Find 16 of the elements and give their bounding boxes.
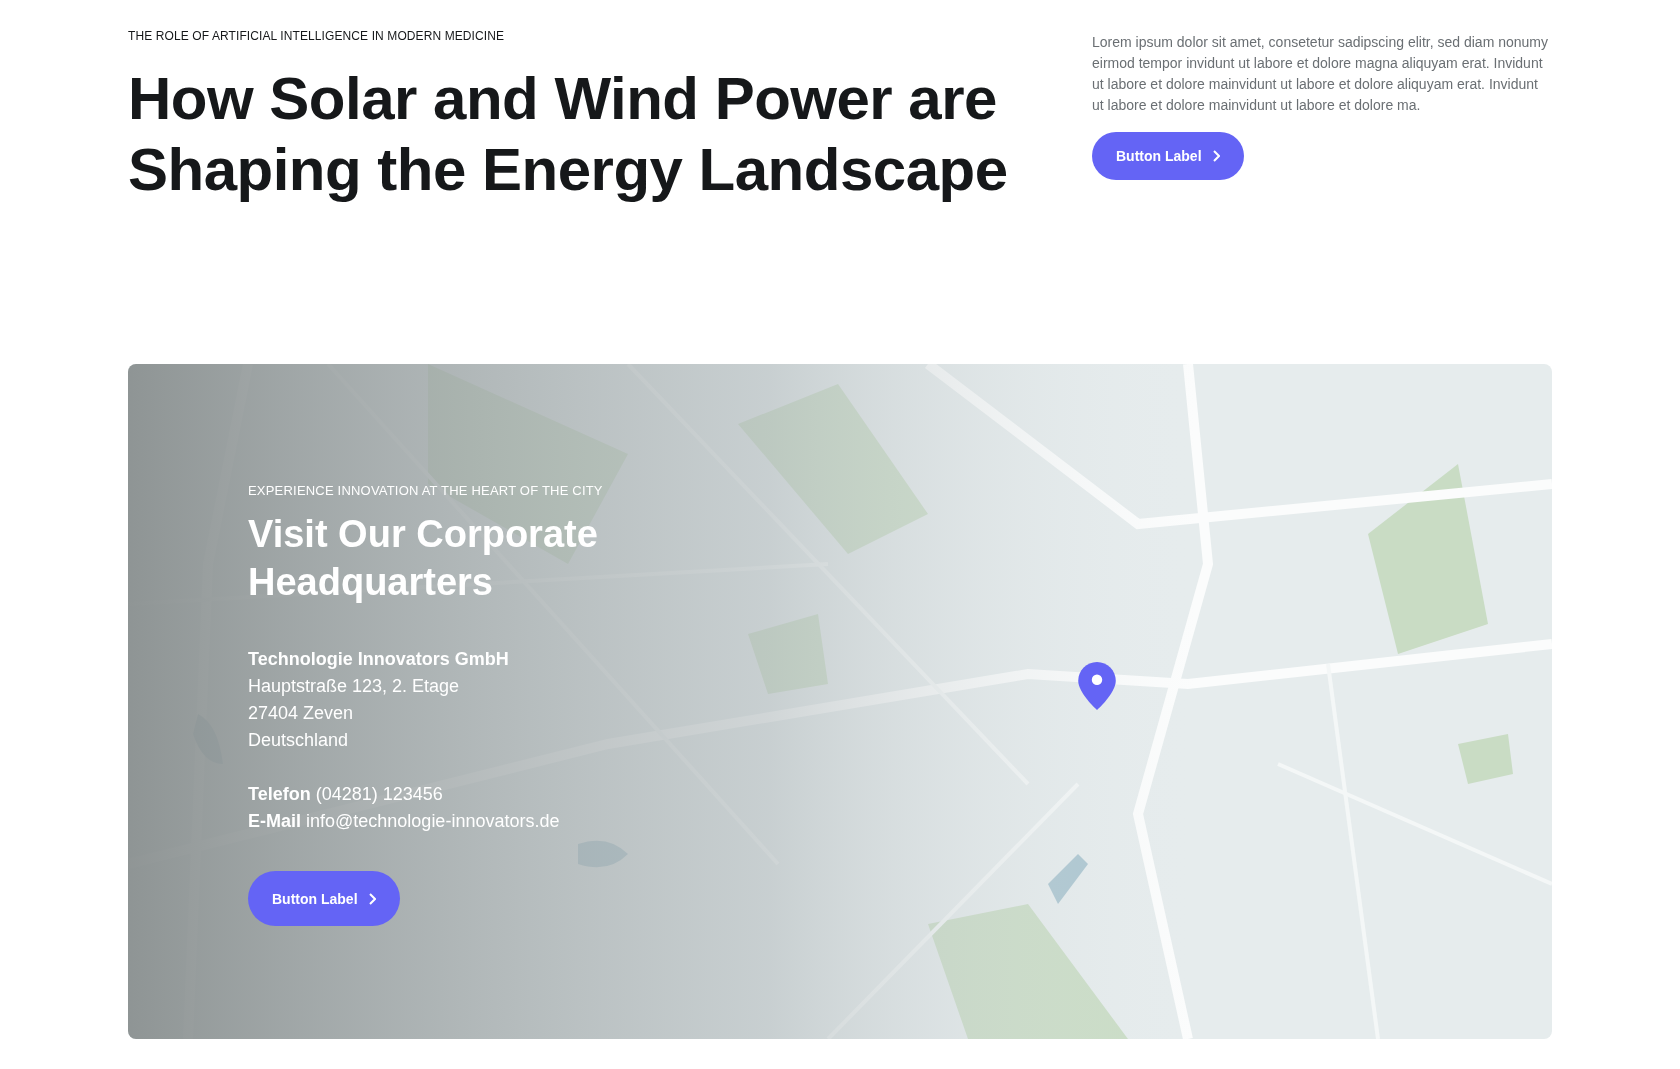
chevron-right-icon — [367, 892, 376, 905]
map-pin-icon — [1078, 662, 1116, 710]
article-title: How Solar and Wind Power are Shaping the Energy Landscape — [128, 64, 1009, 205]
primary-button[interactable]: Button Label — [1092, 132, 1244, 180]
contact-line: E-Mail info@technologie-innovators.de — [248, 810, 561, 833]
company-name: Technologie Innovators GmbH — [248, 648, 510, 671]
contact-line: Telefon (04281) 123456 — [248, 783, 444, 806]
eyebrow-text: THE ROLE OF ARTIFICIAL INTELLIGENCE IN MODERN MEDICINE — [128, 29, 506, 43]
chevron-right-icon — [1211, 150, 1220, 162]
address-line: Hauptstraße 123, 2. Etage — [248, 675, 461, 698]
section-title: Visit Our Corporate Headquarters — [248, 512, 599, 605]
intro-paragraph: Lorem ipsum dolor sit amet, consetetur sadipscing elitr, sed diam nonumy eirmod tempor invidunt ut labore et dolore magna aliquyam erat. Invidunt ut labore et dolore mainvidunt ut labore et dolore aliquyam erat. Invidunt ut labore et dolore mainvidunt ut labore et dolore ma. — [1092, 33, 1549, 115]
address-line: 27404 Zeven — [248, 702, 355, 725]
eyebrow-text: EXPERIENCE INNOVATION AT THE HEART OF THE CITY — [248, 483, 604, 498]
primary-button[interactable]: Button Label — [248, 871, 400, 926]
address-line: Deutschland — [248, 729, 350, 752]
